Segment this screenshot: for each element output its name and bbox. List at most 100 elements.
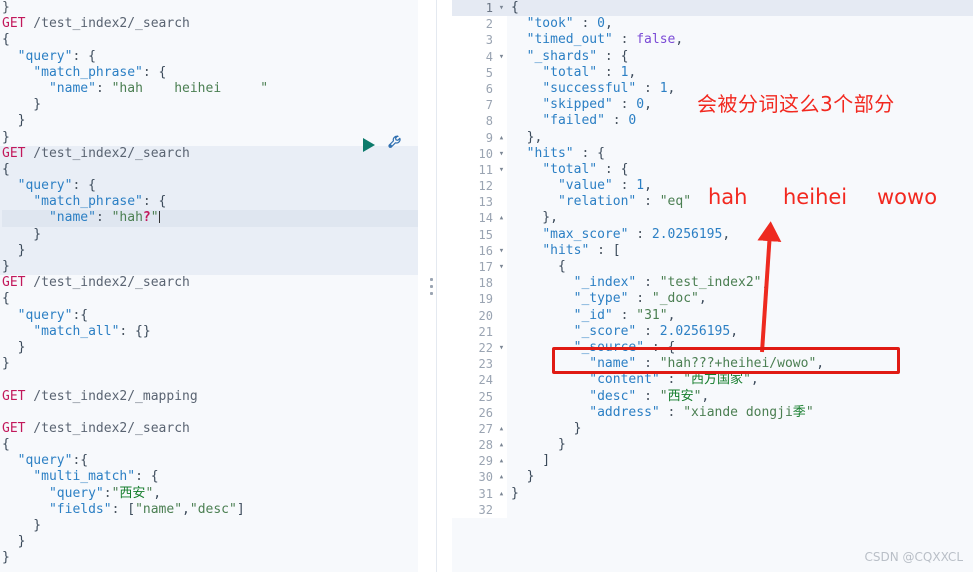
fold-toggle-icon[interactable]: ▾ [496, 161, 507, 179]
editor-line[interactable]: "match_phrase": { [2, 194, 418, 210]
pane-divider[interactable] [418, 0, 452, 572]
editor-line[interactable]: } [2, 534, 418, 550]
editor-line[interactable]: { [2, 291, 418, 307]
fold-toggle-icon[interactable]: ▴ [496, 129, 507, 146]
editor-line[interactable]: } [2, 227, 418, 243]
editor-line[interactable]: } [2, 113, 418, 129]
editor-line-text: { [2, 32, 10, 48]
fold-toggle-icon[interactable]: ▾ [496, 242, 507, 259]
editor-line[interactable]: GET /test_index2/_search [2, 16, 418, 32]
fold-toggle-icon[interactable] [496, 501, 507, 518]
editor-line[interactable]: } [2, 243, 418, 259]
query-tools-wrench-icon[interactable] [387, 134, 404, 155]
response-line: 17 ▾ { [452, 259, 973, 276]
query-action-icons[interactable] [363, 134, 404, 155]
fold-toggle-icon[interactable] [496, 291, 507, 308]
editor-line[interactable]: "query": { [2, 178, 418, 194]
fold-toggle-icon[interactable] [496, 32, 507, 49]
editor-line[interactable]: "name": "hah?" [2, 210, 418, 227]
fold-toggle-icon[interactable] [496, 275, 507, 292]
editor-line[interactable] [2, 372, 418, 388]
response-line: 23 "name" : "hah???+heihei/wowo", [452, 356, 973, 373]
fold-toggle-icon[interactable]: ▴ [496, 469, 507, 486]
editor-line[interactable]: { [2, 162, 418, 178]
query-block-1[interactable]: GET /test_index2/_search{ "query": { "ma… [0, 16, 418, 146]
fold-toggle-icon[interactable]: ▴ [496, 453, 507, 470]
fold-toggle-icon[interactable] [496, 404, 507, 421]
query-editor-body[interactable]: } GET /test_index2/_search{ "query": { "m… [0, 0, 418, 567]
editor-line-text: "query": { [17, 48, 96, 64]
fold-toggle-icon[interactable] [496, 16, 507, 33]
query-block-4[interactable]: GET /test_index2/_mapping [0, 389, 418, 421]
editor-line-text: "query":{ [17, 307, 89, 323]
query-block-2[interactable]: GET /test_index2/_search{ "query": { "ma… [0, 145, 418, 276]
editor-line[interactable]: { [2, 437, 418, 453]
editor-line[interactable]: "query":{ [2, 308, 418, 324]
response-line: 6 "successful" : 1, [452, 80, 973, 98]
fold-toggle-icon[interactable] [496, 64, 507, 81]
editor-line-text: } [2, 339, 26, 355]
fold-toggle-icon[interactable] [496, 356, 507, 373]
fold-toggle-icon[interactable] [496, 178, 507, 195]
editor-line[interactable]: } [2, 550, 418, 566]
editor-line-text: "match_all": {} [33, 323, 151, 339]
query-block-5[interactable]: GET /test_index2/_search{ "query":{ "mul… [0, 421, 418, 567]
fold-toggle-icon[interactable] [496, 388, 507, 405]
fold-toggle-icon[interactable] [496, 113, 507, 130]
editor-line[interactable]: } [2, 340, 418, 356]
fold-toggle-icon[interactable]: ▴ [496, 485, 507, 502]
query-block-3[interactable]: GET /test_index2/_search{ "query":{ "mat… [0, 275, 418, 388]
fold-toggle-icon[interactable] [496, 372, 507, 389]
fold-toggle-icon[interactable] [496, 307, 507, 324]
editor-line[interactable]: } [2, 259, 418, 275]
line-number: 4 [452, 48, 496, 65]
editor-line[interactable]: GET /test_index2/_search [2, 275, 418, 291]
editor-line[interactable]: "query": { [2, 49, 418, 65]
editor-line[interactable]: GET /test_index2/_mapping [2, 389, 418, 405]
divider-drag-handle[interactable] [429, 277, 433, 295]
editor-line[interactable]: } [2, 97, 418, 113]
fold-toggle-icon[interactable] [496, 226, 507, 243]
response-line: 28 ▴ } [452, 437, 973, 454]
line-number: 29 [452, 453, 496, 470]
editor-line[interactable]: "query":"西安", [2, 486, 418, 502]
editor-line[interactable]: "name": "hah heihei " [2, 81, 418, 97]
response-line-text: "failed" : 0 [542, 113, 637, 129]
response-pane[interactable]: 1 ▾{2 "took" : 0, 3 "timed_out" : false, 4 ▾… [452, 0, 973, 572]
request-path: /test_index2/_search [25, 420, 190, 436]
editor-line[interactable]: } [2, 130, 418, 146]
query-editor-pane[interactable]: } GET /test_index2/_search{ "query": { "m… [0, 0, 418, 572]
editor-line-text: "query":"西安", [48, 485, 162, 501]
fold-toggle-icon[interactable]: ▾ [496, 259, 507, 276]
fold-toggle-icon[interactable]: ▴ [496, 437, 507, 454]
editor-line-text: } [2, 129, 10, 145]
fold-toggle-icon[interactable]: ▾ [496, 0, 507, 17]
editor-line[interactable]: "fields": ["name","desc"] [2, 502, 418, 518]
fold-toggle-icon[interactable]: ▾ [496, 339, 507, 357]
response-line: 9 ▴ }, [452, 129, 973, 146]
editor-line[interactable]: GET /test_index2/_search [2, 421, 418, 437]
fold-toggle-icon[interactable]: ▴ [496, 420, 507, 438]
response-line-text: "value" : 1, [557, 178, 652, 194]
editor-line[interactable]: "query":{ [2, 453, 418, 469]
fold-toggle-icon[interactable]: ▾ [496, 48, 507, 65]
editor-line[interactable]: "match_phrase": { [2, 65, 418, 81]
run-query-play-icon[interactable] [363, 137, 375, 152]
editor-line[interactable]: "multi_match": { [2, 469, 418, 485]
editor-line[interactable]: { [2, 32, 418, 48]
editor-line[interactable] [2, 405, 418, 421]
line-number: 5 [452, 64, 496, 81]
response-line-text: }, [511, 210, 558, 226]
fold-toggle-icon[interactable] [496, 80, 507, 98]
fold-toggle-icon[interactable]: ▴ [496, 210, 507, 227]
fold-toggle-icon[interactable] [496, 194, 507, 211]
fold-toggle-icon[interactable] [496, 323, 507, 340]
fold-toggle-icon[interactable] [496, 97, 507, 114]
editor-line[interactable]: } [2, 518, 418, 534]
editor-line[interactable]: GET /test_index2/_search [2, 146, 418, 162]
fold-toggle-icon[interactable]: ▾ [496, 145, 507, 162]
editor-line[interactable]: } [2, 356, 418, 372]
editor-line[interactable]: "match_all": {} [2, 324, 418, 340]
response-line: 13 "relation" : "eq" [452, 194, 973, 211]
line-number: 10 [452, 145, 496, 162]
